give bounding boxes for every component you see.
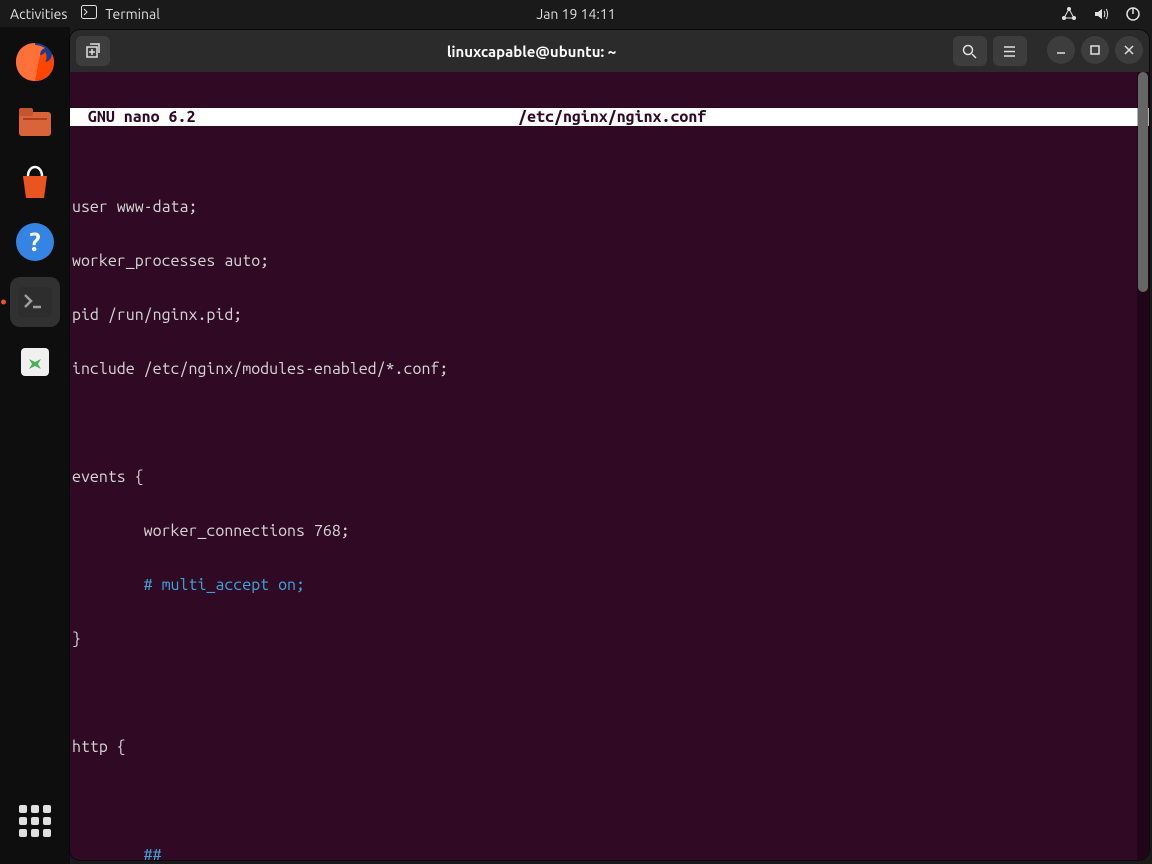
nano-version: GNU nano 6.2 [70,108,195,126]
code-line: include /etc/nginx/modules-enabled/*.con… [70,360,1149,378]
code-line [70,684,1149,702]
app-label: Terminal [105,6,160,22]
code-line: # multi_accept on; [70,576,1149,594]
volume-icon[interactable] [1092,6,1110,22]
code-line [70,414,1149,432]
maximize-button[interactable] [1081,36,1109,64]
clock[interactable]: Jan 19 14:11 [536,6,615,22]
code-line [70,792,1149,810]
dock-firefox[interactable] [10,37,60,87]
code-line: user www-data; [70,198,1149,216]
close-button[interactable] [1115,36,1143,64]
power-icon[interactable] [1124,6,1142,22]
dock-trash[interactable] [10,337,60,387]
dock-files[interactable] [10,97,60,147]
code-line: events { [70,468,1149,486]
dock-help[interactable]: ? [10,217,60,267]
minimize-button[interactable] [1047,36,1075,64]
nano-filename: /etc/nginx/nginx.conf [518,108,706,126]
show-apps-button[interactable] [10,796,60,846]
dock: ? [0,27,70,864]
code-line: http { [70,738,1149,756]
code-line: pid /run/nginx.pid; [70,306,1149,324]
code-line: worker_processes auto; [70,252,1149,270]
nano-editor[interactable]: GNU nano 6.2 /etc/nginx/nginx.conf user … [70,72,1149,860]
code-line: worker_connections 768; [70,522,1149,540]
search-button[interactable] [953,36,987,66]
terminal-window: linuxcapable@ubuntu: ~ GNU nano 6.2 [70,30,1149,860]
network-icon[interactable] [1060,6,1078,22]
menu-button[interactable] [993,36,1027,66]
dock-terminal[interactable] [10,277,60,327]
dock-software[interactable] [10,157,60,207]
activities-button[interactable]: Activities [10,6,67,22]
new-tab-button[interactable] [76,36,110,66]
gnome-topbar: Activities Terminal Jan 19 14:11 [0,0,1152,27]
current-app[interactable]: Terminal [81,5,160,22]
code-line: ## [70,846,1149,860]
svg-text:?: ? [29,227,40,256]
titlebar: linuxcapable@ubuntu: ~ [70,30,1149,72]
grid-icon [19,805,51,837]
terminal-icon [81,5,97,22]
nano-header: GNU nano 6.2 /etc/nginx/nginx.conf [70,108,1149,126]
window-title: linuxcapable@ubuntu: ~ [447,43,616,60]
scrollbar-thumb[interactable] [1138,72,1148,292]
code-line: } [70,630,1149,648]
nano-body[interactable]: user www-data; worker_processes auto; pi… [70,162,1149,860]
